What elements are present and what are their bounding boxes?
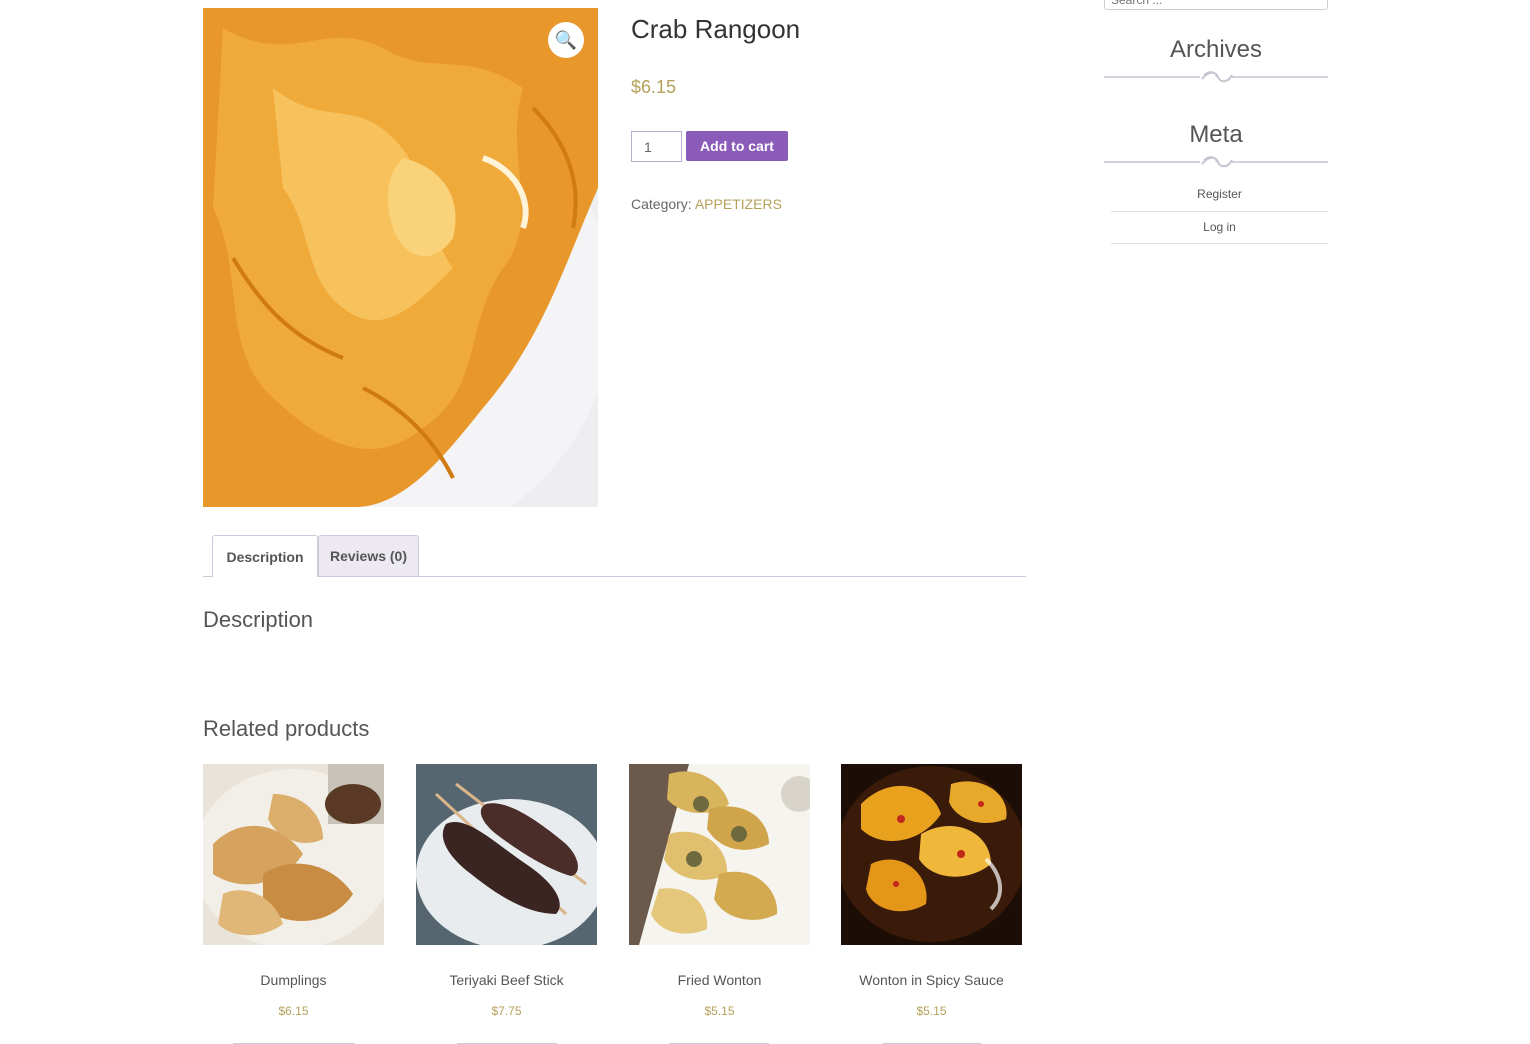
add-to-cart-button[interactable]: Add to cart: [686, 131, 788, 161]
magnifier-icon: 🔍: [554, 29, 578, 50]
zoom-button[interactable]: 🔍: [548, 22, 584, 58]
related-product-name[interactable]: Teriyaki Beef Stick: [416, 972, 597, 988]
related-product-image[interactable]: [416, 764, 597, 945]
related-product-price: $7.75: [491, 1004, 522, 1018]
product-title: Crab Rangoon: [631, 14, 801, 44]
description-heading: Description: [203, 607, 314, 632]
login-link[interactable]: Log in: [1111, 220, 1328, 234]
meta-divider: [1111, 211, 1328, 212]
related-product-image[interactable]: [203, 764, 384, 945]
product-price: $6.15: [631, 77, 677, 97]
meta-title: Meta: [1189, 121, 1243, 148]
related-product-price: $6.15: [278, 1004, 309, 1018]
related-products-heading: Related products: [203, 716, 370, 741]
related-product-image[interactable]: [629, 764, 810, 945]
related-product-name[interactable]: Dumplings: [203, 972, 384, 988]
search-input[interactable]: [1104, 0, 1328, 10]
archives-title: Archives: [1169, 36, 1263, 63]
quantity-input[interactable]: [631, 131, 682, 162]
related-product-price: $5.15: [704, 1004, 735, 1018]
product-category: Category: APPETIZERS: [631, 196, 782, 212]
related-product-name[interactable]: Fried Wonton: [629, 972, 810, 988]
meta-divider: [1111, 243, 1328, 244]
related-product-price: $5.15: [916, 1004, 947, 1018]
tab-description[interactable]: Description: [212, 535, 318, 577]
register-link[interactable]: Register: [1111, 187, 1328, 201]
category-label: Category:: [631, 196, 692, 212]
related-product-image[interactable]: [841, 764, 1022, 945]
product-image[interactable]: [203, 8, 598, 507]
tab-reviews[interactable]: Reviews (0): [318, 535, 419, 576]
ornament-divider-icon: [1104, 71, 1328, 83]
tabs-divider: [203, 576, 1026, 577]
ornament-divider-icon: [1104, 156, 1328, 168]
related-product-name[interactable]: Wonton in Spicy Sauce: [841, 972, 1022, 988]
category-link[interactable]: APPETIZERS: [695, 196, 782, 212]
